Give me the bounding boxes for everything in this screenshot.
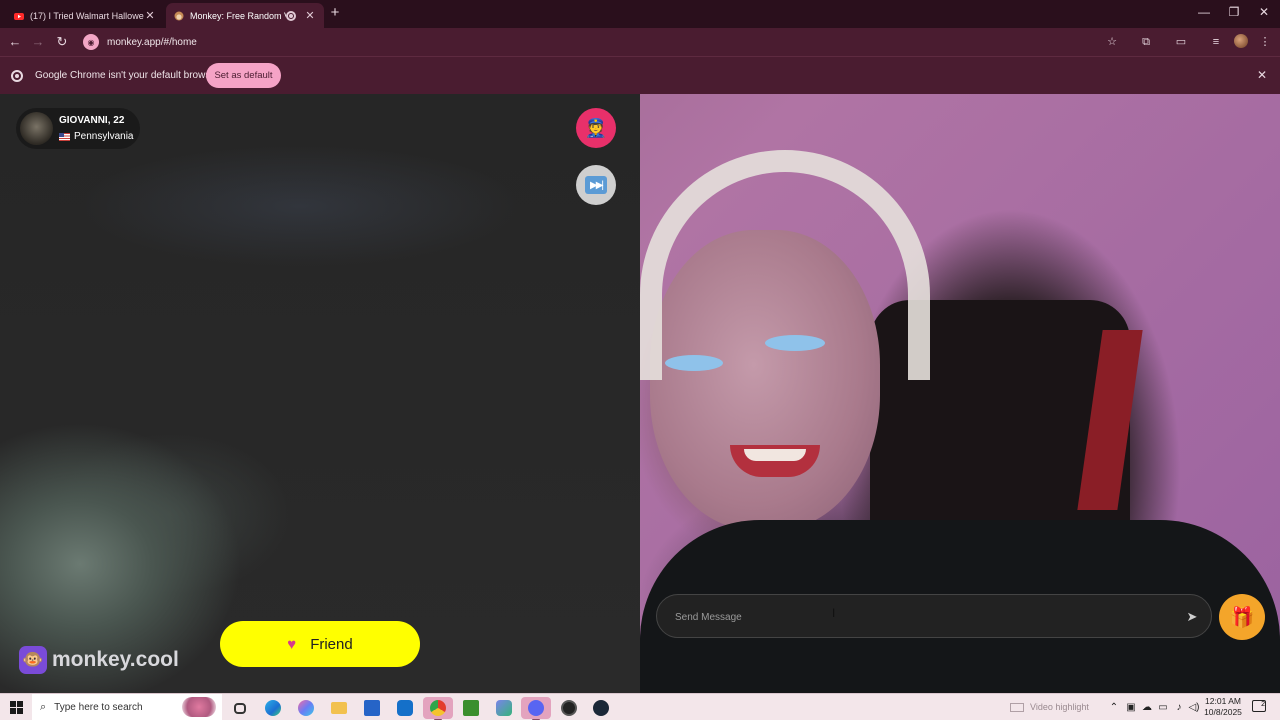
remote-video bbox=[0, 94, 640, 693]
tab-strip: (17) I Tried Walmart Halloween ✕ Monkey:… bbox=[0, 0, 1280, 28]
edge-icon[interactable] bbox=[258, 697, 288, 719]
location-text: Pennsylvania bbox=[74, 131, 134, 142]
teams-icon[interactable] bbox=[489, 697, 519, 719]
microphone-icon[interactable]: ♪ bbox=[1172, 702, 1186, 713]
notification-count: 2 bbox=[1261, 701, 1265, 708]
search-highlight-icon bbox=[182, 697, 216, 717]
us-flag-icon bbox=[59, 132, 70, 141]
chrome-taskbar-icon[interactable] bbox=[423, 697, 453, 720]
file-explorer-icon[interactable] bbox=[324, 697, 354, 719]
tray-cloud-icon[interactable]: ☁ bbox=[1140, 702, 1154, 713]
video-highlight-label: Video highlight bbox=[1030, 702, 1089, 712]
message-input[interactable] bbox=[675, 609, 1155, 625]
send-icon[interactable]: ➤ bbox=[1183, 608, 1201, 626]
video-eye-left bbox=[665, 355, 723, 371]
video-highlight-icon bbox=[1010, 702, 1024, 712]
tab-title: (17) I Tried Walmart Halloween bbox=[30, 10, 144, 21]
text-cursor-icon: I bbox=[832, 606, 836, 620]
user-info-chip[interactable]: GIOVANNI, 22 Pennsylvania bbox=[16, 108, 140, 149]
monkey-icon bbox=[174, 11, 184, 20]
video-eye-right bbox=[765, 335, 825, 351]
menu-icon[interactable]: ⋮ bbox=[1257, 34, 1273, 50]
minimize-icon[interactable]: — bbox=[1194, 5, 1214, 19]
discord-icon[interactable] bbox=[521, 697, 551, 720]
message-box: ➤ bbox=[656, 594, 1212, 638]
report-button[interactable]: 👮 bbox=[576, 108, 616, 148]
address-bar[interactable]: ◉ monkey.app/#/home bbox=[80, 31, 1130, 53]
search-placeholder: Type here to search bbox=[54, 702, 143, 713]
brand-text: monkey.cool bbox=[52, 648, 179, 671]
minecraft-icon[interactable] bbox=[456, 697, 486, 719]
outlook-icon[interactable] bbox=[390, 697, 420, 719]
browser-toolbar: ← → ↻ ◉ monkey.app/#/home ☆ ⧉ ▭ ≡ ⋮ bbox=[0, 28, 1280, 56]
friend-button[interactable]: ♥ Friend bbox=[220, 621, 420, 667]
fast-forward-icon: ▶▶| bbox=[585, 176, 607, 194]
media-icon[interactable]: ≡ bbox=[1208, 34, 1224, 50]
clock-date: 10/8/2025 bbox=[1204, 707, 1242, 717]
search-icon: ⌕ bbox=[40, 701, 47, 713]
tab-youtube[interactable]: (17) I Tried Walmart Halloween ✕ bbox=[6, 3, 164, 28]
brand-watermark: 🐵 monkey.cool bbox=[19, 646, 179, 674]
close-tab-icon[interactable]: ✕ bbox=[304, 9, 316, 22]
heart-icon: ♥ bbox=[287, 635, 297, 653]
youtube-icon bbox=[14, 12, 24, 20]
notification-icon[interactable]: 2 bbox=[1252, 700, 1266, 712]
user-name-age: GIOVANNI, 22 bbox=[59, 115, 125, 126]
bookmark-star-icon[interactable]: ☆ bbox=[1104, 34, 1120, 50]
taskbar-search[interactable]: ⌕ Type here to search bbox=[32, 694, 222, 720]
copilot-icon[interactable] bbox=[291, 697, 321, 719]
tray-app-icon[interactable]: ▣ bbox=[1124, 702, 1138, 713]
steam-icon[interactable] bbox=[586, 697, 616, 719]
extensions-icon[interactable]: ⧉ bbox=[1138, 34, 1154, 50]
default-browser-infobar: Google Chrome isn't your default browser bbox=[0, 56, 1280, 94]
remote-video-feed bbox=[0, 94, 640, 693]
volume-icon[interactable]: ◁) bbox=[1187, 702, 1201, 713]
infobar-message: Google Chrome isn't your default browser bbox=[35, 70, 220, 81]
gift-button[interactable]: 🎁 bbox=[1219, 594, 1265, 640]
obs-icon[interactable] bbox=[554, 697, 584, 719]
new-tab-button[interactable]: + bbox=[328, 5, 342, 20]
infobar-close-icon[interactable]: ✕ bbox=[1255, 68, 1269, 82]
skip-button[interactable]: ▶▶| bbox=[576, 165, 616, 205]
avatar bbox=[20, 112, 53, 145]
video-highlight[interactable]: Video highlight bbox=[1010, 702, 1089, 712]
back-icon[interactable]: ← bbox=[6, 33, 24, 51]
taskbar: ⌕ Type here to search Video highlight ⌃ … bbox=[0, 693, 1280, 720]
close-window-icon[interactable]: ✕ bbox=[1254, 5, 1274, 19]
windows-start-icon[interactable] bbox=[10, 701, 23, 714]
monkey-logo-icon: 🐵 bbox=[19, 646, 47, 674]
site-info-icon[interactable]: ◉ bbox=[83, 34, 99, 50]
forward-icon[interactable]: → bbox=[29, 33, 47, 51]
reload-icon[interactable]: ↻ bbox=[53, 33, 71, 51]
profile-avatar[interactable] bbox=[1234, 34, 1248, 48]
cast-icon[interactable]: ▭ bbox=[1173, 34, 1189, 50]
recording-indicator-icon bbox=[286, 10, 296, 21]
user-location: Pennsylvania bbox=[59, 131, 133, 142]
url-text: monkey.app/#/home bbox=[107, 36, 197, 48]
chrome-icon bbox=[11, 70, 23, 82]
set-as-default-button[interactable]: Set as default bbox=[206, 63, 281, 88]
gift-icon: 🎁 bbox=[1229, 606, 1255, 629]
store-icon[interactable] bbox=[357, 697, 387, 719]
network-icon[interactable]: ▭ bbox=[1156, 702, 1170, 713]
system-clock[interactable]: 12:01 AM 10/8/2025 bbox=[1200, 696, 1246, 718]
friend-label: Friend bbox=[310, 635, 353, 653]
tab-title: Monkey: Free Random Vide bbox=[190, 10, 286, 21]
police-officer-icon: 👮 bbox=[584, 117, 608, 138]
chevron-up-icon[interactable]: ⌃ bbox=[1107, 702, 1121, 713]
restore-icon[interactable]: ❐ bbox=[1224, 5, 1244, 19]
tab-monkey[interactable]: Monkey: Free Random Vide ✕ bbox=[166, 3, 324, 28]
close-tab-icon[interactable]: ✕ bbox=[144, 9, 156, 22]
task-view-icon[interactable] bbox=[225, 697, 255, 719]
clock-time: 12:01 AM bbox=[1205, 696, 1241, 706]
